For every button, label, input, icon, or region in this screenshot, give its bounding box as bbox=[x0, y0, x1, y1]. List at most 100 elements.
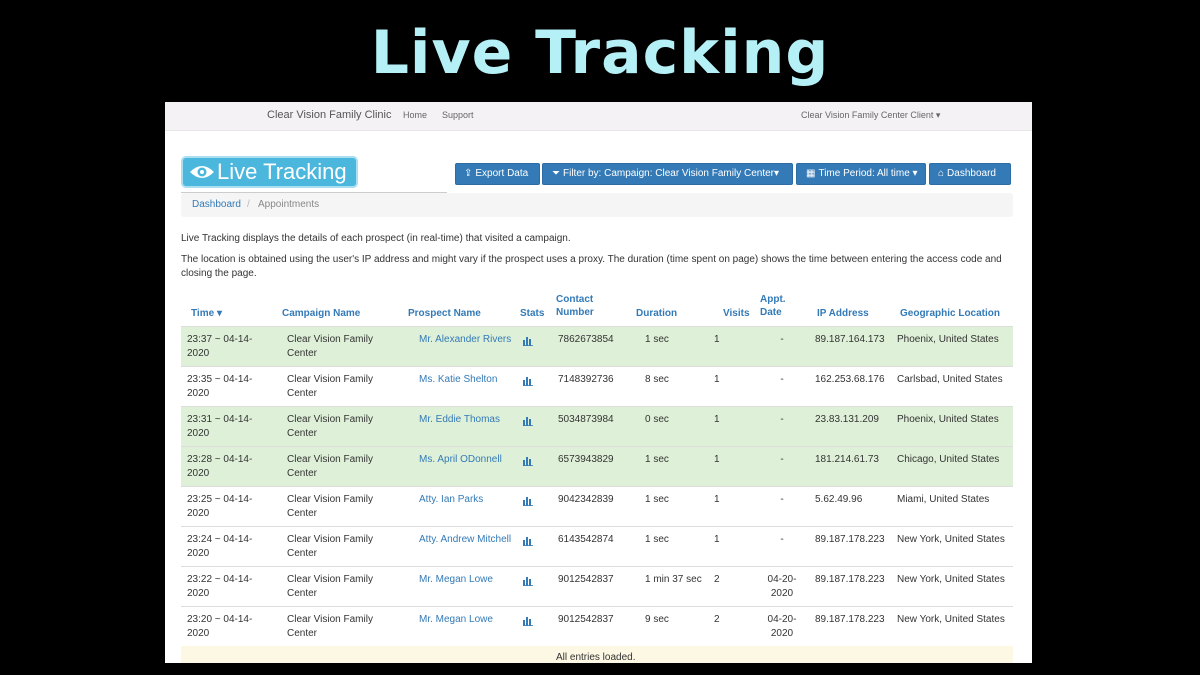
stats-bar-chart-icon[interactable] bbox=[523, 576, 533, 586]
header-stats: Stats bbox=[520, 308, 545, 319]
cell-visits: 1 bbox=[714, 414, 720, 425]
cell-duration: 1 sec bbox=[645, 534, 669, 545]
cell-duration: 1 min 37 sec bbox=[645, 574, 702, 585]
cell-ip: 89.187.178.223 bbox=[815, 534, 885, 545]
cell-campaign: Clear Vision Family Center bbox=[287, 494, 373, 519]
cell-prospect[interactable]: Atty. Andrew Mitchell bbox=[419, 533, 514, 547]
cell-duration: 1 sec bbox=[645, 334, 669, 345]
cell-geo: New York, United States bbox=[897, 614, 1005, 625]
cell-visits: 2 bbox=[714, 614, 720, 625]
breadcrumb: Dashboard / Appointments bbox=[181, 193, 1013, 217]
header-duration[interactable]: Duration bbox=[636, 307, 677, 320]
cell-contact: 9012542837 bbox=[558, 574, 614, 585]
stats-bar-chart-icon[interactable] bbox=[523, 616, 533, 626]
table-header: Time ▾ Campaign Name Prospect Name Stats… bbox=[181, 292, 1013, 328]
cell-ip: 181.214.61.73 bbox=[815, 454, 879, 465]
header-appt-date[interactable]: Appt. Date bbox=[760, 293, 794, 319]
cell-time: 23:28 ~ 04-14-2020 bbox=[187, 454, 253, 479]
cell-geo: New York, United States bbox=[897, 574, 1005, 585]
cell-visits: 2 bbox=[714, 574, 720, 585]
dashboard-label: Dashboard bbox=[947, 168, 996, 179]
breadcrumb-dashboard-link[interactable]: Dashboard bbox=[192, 193, 241, 217]
filter-label: Filter by: Campaign: Clear Vision Family… bbox=[563, 168, 780, 179]
cell-visits: 1 bbox=[714, 534, 720, 545]
cell-ip: 89.187.178.223 bbox=[815, 614, 885, 625]
table-row: 23:37 ~ 04-14-2020 Clear Vision Family Ce… bbox=[181, 326, 1013, 366]
description-text: Live Tracking displays the details of ea… bbox=[181, 233, 571, 244]
cell-appt-date: - bbox=[780, 374, 784, 385]
cell-prospect[interactable]: Mr. Megan Lowe bbox=[419, 573, 514, 587]
cell-contact: 6143542874 bbox=[558, 534, 614, 545]
breadcrumb-separator: / bbox=[247, 199, 250, 210]
cell-time: 23:20 ~ 04-14-2020 bbox=[187, 614, 253, 639]
cell-appt-date: - bbox=[780, 414, 784, 425]
cell-prospect[interactable]: Mr. Eddie Thomas bbox=[419, 413, 514, 427]
stats-bar-chart-icon[interactable] bbox=[523, 416, 533, 426]
location-note-text: The location is obtained using the user'… bbox=[181, 254, 1002, 279]
cell-duration: 9 sec bbox=[645, 614, 669, 625]
cell-appt-date: 04-20-2020 bbox=[767, 574, 797, 599]
stats-bar-chart-icon[interactable] bbox=[523, 496, 533, 506]
cell-prospect[interactable]: Ms. Katie Shelton bbox=[419, 373, 514, 387]
export-icon: ⇪ bbox=[464, 168, 473, 179]
cell-visits: 1 bbox=[714, 494, 720, 505]
header-ip[interactable]: IP Address bbox=[817, 307, 869, 320]
cell-ip: 89.187.164.173 bbox=[815, 334, 885, 345]
stats-bar-chart-icon[interactable] bbox=[523, 336, 533, 346]
nav-support-link[interactable]: Support bbox=[442, 110, 474, 120]
cell-contact: 9042342839 bbox=[558, 494, 614, 505]
cell-prospect[interactable]: Atty. Ian Parks bbox=[419, 493, 514, 507]
filter-campaign-button[interactable]: ⏷ Filter by: Campaign: Clear Vision Famil… bbox=[542, 163, 793, 185]
app-window: Clear Vision Family Clinic Home Support … bbox=[165, 102, 1032, 663]
cell-contact: 9012542837 bbox=[558, 614, 614, 625]
stats-bar-chart-icon[interactable] bbox=[523, 456, 533, 466]
cell-campaign: Clear Vision Family Center bbox=[287, 534, 373, 559]
user-menu-dropdown[interactable]: Clear Vision Family Center Client ▾ bbox=[801, 110, 940, 121]
stats-bar-chart-icon[interactable] bbox=[523, 376, 533, 386]
filter-icon: ⏷ bbox=[552, 168, 560, 179]
stats-bar-chart-icon[interactable] bbox=[523, 536, 533, 546]
cell-duration: 1 sec bbox=[645, 454, 669, 465]
cell-time: 23:25 ~ 04-14-2020 bbox=[187, 494, 253, 519]
cell-prospect[interactable]: Mr. Megan Lowe bbox=[419, 613, 514, 627]
cell-duration: 0 sec bbox=[645, 414, 669, 425]
cell-geo: Phoenix, United States bbox=[897, 334, 999, 345]
nav-home-link[interactable]: Home bbox=[403, 110, 427, 120]
header-prospect[interactable]: Prospect Name bbox=[408, 307, 481, 320]
slide-title: Live Tracking bbox=[370, 18, 830, 88]
time-period-button[interactable]: ▦ Time Period: All time ▾ bbox=[796, 163, 926, 185]
cell-campaign: Clear Vision Family Center bbox=[287, 574, 373, 599]
table-row: 23:25 ~ 04-14-2020 Clear Vision Family Ce… bbox=[181, 486, 1013, 526]
cell-appt-date: - bbox=[780, 534, 784, 545]
navbar: Clear Vision Family Clinic Home Support … bbox=[165, 102, 1032, 131]
cell-ip: 89.187.178.223 bbox=[815, 574, 885, 585]
table-row: 23:35 ~ 04-14-2020 Clear Vision Family Ce… bbox=[181, 366, 1013, 406]
cell-visits: 1 bbox=[714, 374, 720, 385]
navbar-brand[interactable]: Clear Vision Family Clinic bbox=[267, 109, 392, 121]
header-geo[interactable]: Geographic Location bbox=[900, 307, 1000, 320]
cell-appt-date: - bbox=[780, 494, 784, 505]
cell-geo: Miami, United States bbox=[897, 494, 990, 505]
header-time-sort[interactable]: Time ▾ bbox=[191, 307, 222, 320]
eye-icon bbox=[190, 166, 214, 178]
cell-prospect[interactable]: Ms. April ODonnell bbox=[419, 453, 514, 467]
breadcrumb-current: Appointments bbox=[258, 199, 320, 210]
calendar-icon: ▦ bbox=[806, 168, 816, 179]
cell-prospect[interactable]: Mr. Alexander Rivers bbox=[419, 333, 514, 347]
header-visits[interactable]: Visits bbox=[723, 307, 750, 320]
cell-contact: 6573943829 bbox=[558, 454, 614, 465]
header-campaign[interactable]: Campaign Name bbox=[282, 307, 360, 320]
cell-campaign: Clear Vision Family Center bbox=[287, 334, 373, 359]
table-footer: All entries loaded. bbox=[181, 646, 1013, 663]
cell-contact: 7862673854 bbox=[558, 334, 614, 345]
cell-geo: Chicago, United States bbox=[897, 454, 1000, 465]
cell-visits: 1 bbox=[714, 334, 720, 345]
cell-time: 23:24 ~ 04-14-2020 bbox=[187, 534, 253, 559]
table-row: 23:22 ~ 04-14-2020 Clear Vision Family Ce… bbox=[181, 566, 1013, 606]
cell-time: 23:22 ~ 04-14-2020 bbox=[187, 574, 253, 599]
dashboard-button[interactable]: ⌂ Dashboard bbox=[929, 163, 1011, 185]
header-contact[interactable]: Contact Number bbox=[556, 293, 600, 319]
export-data-button[interactable]: ⇪ Export Data bbox=[455, 163, 540, 185]
cell-appt-date: - bbox=[780, 334, 784, 345]
entries-loaded-text: All entries loaded. bbox=[556, 652, 636, 663]
